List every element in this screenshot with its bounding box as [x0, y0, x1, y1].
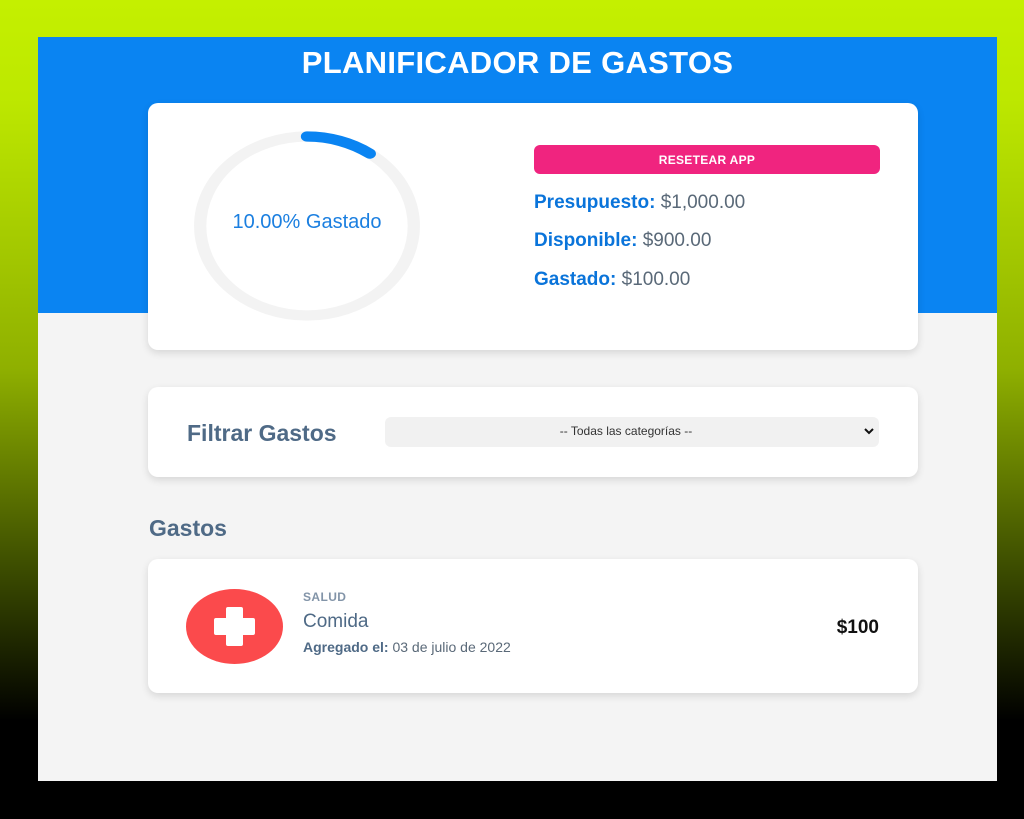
- reset-app-button[interactable]: RESETEAR APP: [534, 145, 880, 174]
- available-stat: Disponible: $900.00: [534, 230, 711, 252]
- available-stat-label: Disponible:: [534, 230, 638, 251]
- expense-name: Comida: [303, 611, 369, 632]
- expense-date-label: Agregado el:: [303, 639, 389, 655]
- page-title: PLANIFICADOR DE GASTOS: [301, 45, 734, 80]
- expense-date: 03 de julio de 2022: [392, 639, 511, 655]
- spent-stat-label: Gastado:: [534, 269, 617, 290]
- progress-label: 10.00% Gastado: [232, 211, 382, 233]
- category-select-value: -- Todas las categorías --: [559, 424, 693, 438]
- budget-card: 10.00% Gastado RESETEAR APP Presupuesto:…: [148, 103, 918, 350]
- filter-label: Filtrar Gastos: [187, 420, 337, 446]
- budget-stat-value: $1,000.00: [660, 192, 746, 213]
- chevron-down-icon: [864, 428, 874, 435]
- expenses-heading: Gastos: [149, 515, 227, 541]
- expense-date-line: Agregado el: 03 de julio de 2022: [303, 639, 511, 655]
- expense-amount: $100: [836, 617, 879, 638]
- expense-category: SALUD: [303, 590, 347, 604]
- available-stat-value: $900.00: [642, 230, 712, 251]
- health-cross-icon: [186, 589, 283, 664]
- spent-stat-value: $100.00: [621, 269, 691, 290]
- progress-arc: [300, 131, 376, 159]
- budget-stat-label: Presupuesto:: [534, 192, 656, 213]
- filter-card: Filtrar Gastos -- Todas las categorías -…: [148, 387, 918, 477]
- spent-stat: Gastado: $100.00: [534, 269, 690, 291]
- app-window: PLANIFICADOR DE GASTOS 10.00% Gastado RE…: [38, 37, 997, 781]
- budget-progress-circle: 10.00% Gastado: [186, 131, 428, 321]
- budget-stat: Presupuesto: $1,000.00: [534, 192, 745, 214]
- expense-list-item[interactable]: SALUD Comida Agregado el: 03 de julio de…: [148, 559, 918, 693]
- category-select[interactable]: -- Todas las categorías --: [385, 417, 879, 447]
